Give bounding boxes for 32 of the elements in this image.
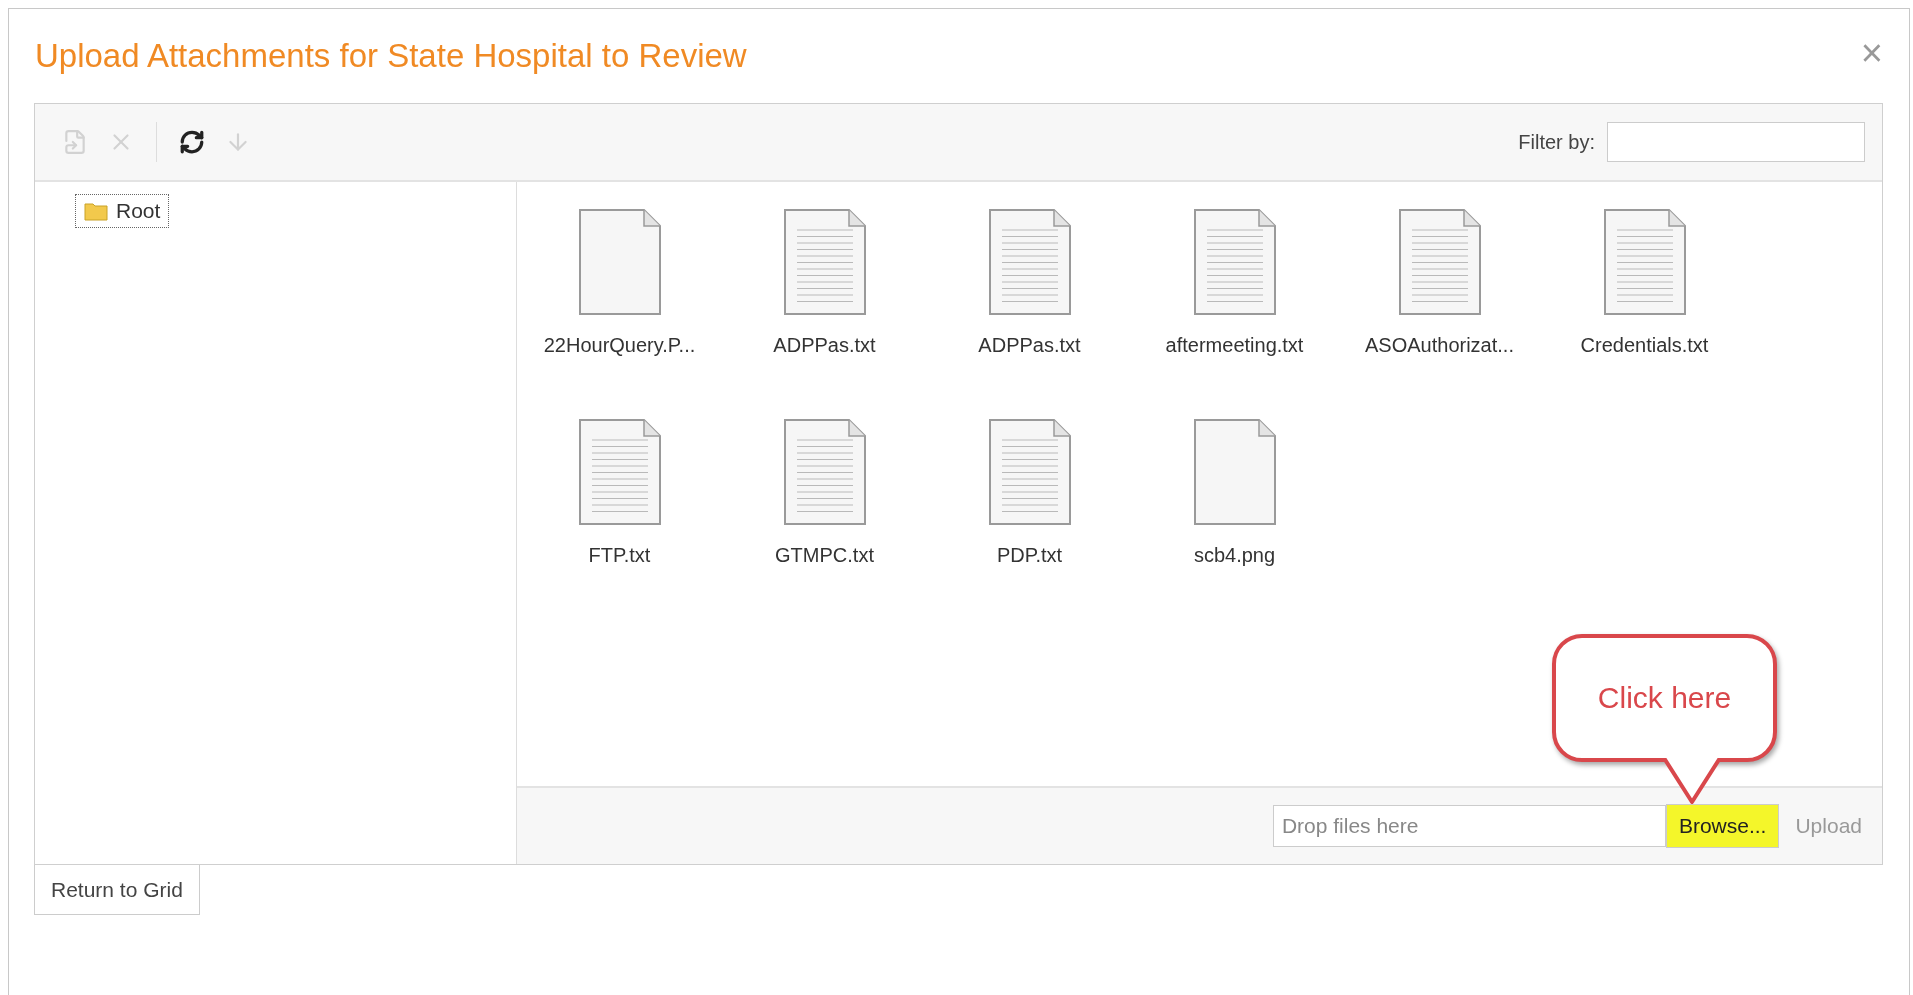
file-name[interactable]: ASOAuthorizat... — [1365, 334, 1514, 357]
file-icon — [62, 129, 88, 155]
file-name[interactable]: 22HourQuery.P... — [543, 334, 696, 357]
file-name[interactable]: scb4.png — [1193, 544, 1276, 567]
text-file-icon — [987, 418, 1072, 526]
return-to-grid-button[interactable]: Return to Grid — [34, 864, 200, 915]
file-name[interactable]: Credentials.txt — [1580, 334, 1709, 357]
text-file-icon — [782, 418, 867, 526]
blank-file-icon — [1192, 418, 1277, 526]
text-file-icon — [1397, 208, 1482, 316]
file-name[interactable]: FTP.txt — [588, 544, 651, 567]
file-name[interactable]: ADPPas.txt — [773, 334, 876, 357]
text-file-icon — [987, 208, 1072, 316]
filter-field[interactable] — [1607, 122, 1865, 162]
browse-button[interactable]: Browse... — [1665, 804, 1780, 848]
blank-file-icon — [577, 208, 662, 316]
filter-label: Filter by: — [1518, 130, 1595, 154]
text-file-icon — [782, 208, 867, 316]
drop-files-field[interactable]: Drop files here — [1272, 805, 1666, 847]
text-file-icon — [1192, 208, 1277, 316]
tree-item-label: Root — [116, 199, 161, 223]
file-name[interactable]: aftermeeting.txt — [1165, 334, 1304, 357]
dialog-title: Upload Attachments for State Hospital to Review — [34, 37, 747, 75]
refresh-icon — [179, 129, 205, 155]
text-file-icon — [577, 418, 662, 526]
tree-item[interactable]: Root — [75, 194, 170, 228]
file-name[interactable]: GTMPC.txt — [775, 544, 874, 567]
callout-bubble: Click here — [1552, 634, 1777, 762]
file-name[interactable]: ADPPas.txt — [978, 334, 1081, 357]
file-name[interactable]: PDP.txt — [996, 544, 1063, 567]
text-file-icon — [1602, 208, 1687, 316]
folder-icon — [84, 201, 108, 221]
